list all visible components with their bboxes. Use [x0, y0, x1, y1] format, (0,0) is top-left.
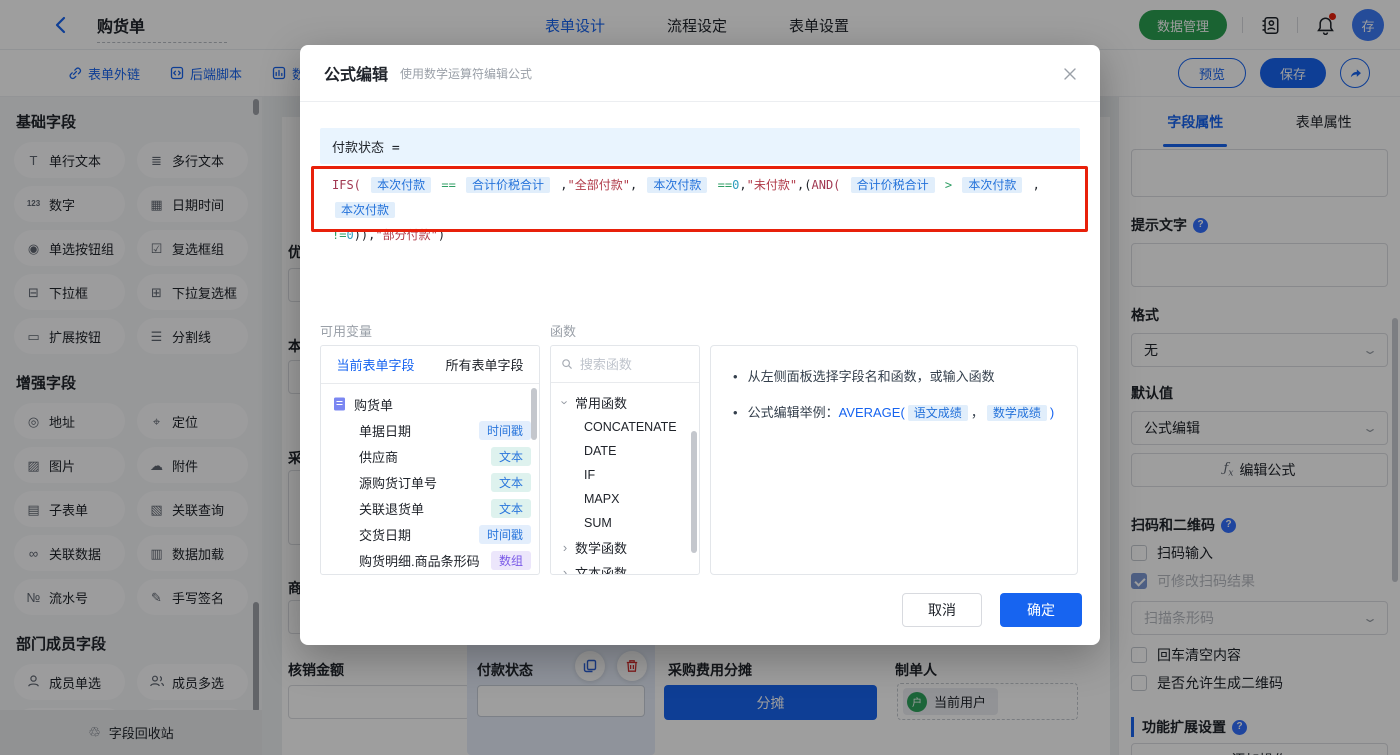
doc-icon	[333, 397, 346, 411]
formula-tips-panel: • 从左侧面板选择字段名和函数，或输入函数 • 公式编辑举例：AVERAGE(语…	[710, 345, 1078, 575]
functions-panel: ›常用函数CONCATENATEDATEIFMAPXSUM›数学函数›文本函数	[550, 345, 700, 575]
function-item[interactable]: SUM	[560, 511, 699, 535]
function-group[interactable]: › 文本函数	[560, 560, 699, 575]
formula-token: ,	[739, 178, 747, 192]
chevron-right-icon: ›	[562, 540, 568, 555]
variable-field-name: 供应商	[359, 449, 399, 465]
variable-field-row[interactable]: 单据日期 时间戳	[333, 417, 539, 443]
formula-edit-dialog: 公式编辑 使用数学运算符编辑公式 付款状态 = IFS( 本次付款 == 合计价…	[300, 45, 1100, 645]
formula-input-area[interactable]: IFS( 本次付款 == 合计价税合计 ,"全部付款", 本次付款 ==0,"未…	[320, 164, 1080, 304]
formula-token: !=	[332, 228, 347, 242]
formula-field-token: 本次付款	[647, 177, 708, 193]
field-type-badge: 数组	[490, 550, 531, 570]
example-field-token: 数学成绩	[986, 405, 1047, 421]
formula-field-token: 合计价税合计	[850, 177, 935, 193]
tip-line: • 从左侧面板选择字段名和函数，或输入函数	[733, 366, 1055, 387]
formula-token: )	[437, 228, 446, 242]
function-group-name: 文本函数	[575, 566, 628, 575]
formula-token: IFS(	[332, 178, 369, 192]
field-type-badge: 文本	[490, 446, 531, 466]
function-group-name: 常用函数	[575, 396, 628, 411]
dialog-subtitle: 使用数学运算符编辑公式	[400, 66, 533, 81]
close-icon[interactable]	[1062, 66, 1078, 82]
tab-all-form-fields[interactable]: 所有表单字段	[430, 346, 539, 383]
formula-editor: 付款状态 = IFS( 本次付款 == 合计价税合计 ,"全部付款", 本次付款…	[320, 128, 1080, 304]
formula-field-token: 合计价税合计	[466, 177, 551, 193]
formula-field-token: 本次付款	[962, 177, 1023, 193]
field-type-badge: 文本	[490, 498, 531, 518]
formula-token: ==	[434, 178, 464, 192]
formula-token: ,(	[797, 178, 812, 192]
tip-text: 从左侧面板选择字段名和函数，或输入函数	[747, 369, 995, 384]
variables-panel: 当前表单字段 所有表单字段 购货单 单据日期 时间戳 供应商 文本 源购货订单号 文本 关联退…	[320, 345, 540, 575]
variable-field-row[interactable]: 关联退货单 文本	[333, 495, 539, 521]
variable-field-row[interactable]: 交货日期 时间戳	[333, 521, 539, 547]
function-search-input[interactable]	[579, 356, 689, 372]
function-group[interactable]: › 数学函数	[560, 535, 699, 560]
variable-field-name: 购货明细.商品条形码	[359, 553, 480, 569]
formula-field-token: 本次付款	[335, 202, 396, 218]
function-group[interactable]: › 常用函数	[557, 390, 699, 415]
functions-scrollbar[interactable]	[691, 431, 697, 553]
variable-form-row[interactable]: 购货单	[333, 391, 539, 417]
tip-text: 公式编辑举例：AVERAGE(语文成绩，数学成绩)	[747, 405, 1055, 421]
formula-token: "部分付款"	[375, 228, 438, 242]
field-type-badge: 文本	[490, 472, 531, 492]
formula-token: ==	[710, 178, 733, 192]
field-type-badge: 时间戳	[478, 524, 531, 544]
function-item[interactable]: CONCATENATE	[560, 415, 699, 439]
formula-token: )),	[353, 228, 376, 242]
chevron-right-icon: ›	[562, 565, 568, 575]
function-tree: › 常用函数 CONCATENATE DATE IF MAPX SUM › 数学函数 › 文本函数	[551, 383, 699, 575]
formula-token: "全部付款"	[567, 178, 630, 192]
formula-target-bar: 付款状态 =	[320, 128, 1080, 164]
variable-field-name: 关联退货单	[359, 501, 425, 517]
app-root: 购货单 表单设计 流程设定 表单设置 数据管理 存 表单外链 后端脚本 预览 保…	[0, 0, 1400, 755]
formula-token: ,	[1025, 178, 1048, 192]
formula-token: "未付款"	[746, 178, 798, 192]
dialog-header: 公式编辑 使用数学运算符编辑公式	[300, 45, 1100, 102]
formula-field-token: 本次付款	[371, 177, 432, 193]
example-field-token: 语文成绩	[907, 405, 968, 421]
variables-list: 购货单 单据日期 时间戳 供应商 文本 源购货订单号 文本 关联退货单 文本 交货日期 时间戳 购货明…	[321, 384, 539, 573]
function-item[interactable]: IF	[560, 463, 699, 487]
tab-current-form-fields[interactable]: 当前表单字段	[321, 346, 430, 383]
variable-field-row[interactable]: 源购货订单号 文本	[333, 469, 539, 495]
function-item[interactable]: DATE	[560, 439, 699, 463]
function-search	[551, 346, 699, 383]
tip-separator: ，	[970, 405, 984, 420]
formula-token: ,	[629, 178, 645, 192]
function-item[interactable]: MAPX	[560, 487, 699, 511]
variable-field-name: 源购货订单号	[359, 475, 438, 491]
chevron-right-icon: ›	[557, 400, 573, 405]
functions-label: 函数	[550, 324, 577, 339]
function-group-name: 数学函数	[575, 541, 628, 556]
variable-field-row[interactable]: 供应商 文本	[333, 443, 539, 469]
field-type-badge: 时间戳	[478, 420, 531, 440]
variable-field-name: 单据日期	[359, 423, 412, 439]
tip-line: • 公式编辑举例：AVERAGE(语文成绩，数学成绩)	[733, 402, 1055, 424]
variable-field-row[interactable]: 购货明细.商品条形码 数组	[333, 547, 539, 573]
formula-token: AND(	[811, 178, 848, 192]
formula-token: 0	[346, 228, 354, 242]
dialog-title: 公式编辑	[324, 67, 389, 84]
variable-field-name: 交货日期	[359, 527, 412, 543]
variable-form-name: 购货单	[354, 397, 394, 413]
cancel-button[interactable]: 取消	[902, 593, 982, 627]
confirm-button[interactable]: 确定	[1000, 593, 1082, 627]
variables-scrollbar[interactable]	[531, 388, 537, 440]
bullet: •	[733, 369, 738, 384]
search-icon	[562, 359, 572, 370]
bullet: •	[733, 405, 738, 420]
formula-token: >	[937, 178, 960, 192]
formula-token: ,	[553, 178, 568, 192]
variables-label: 可用变量	[320, 324, 373, 339]
variables-tabs: 当前表单字段 所有表单字段	[321, 346, 539, 384]
